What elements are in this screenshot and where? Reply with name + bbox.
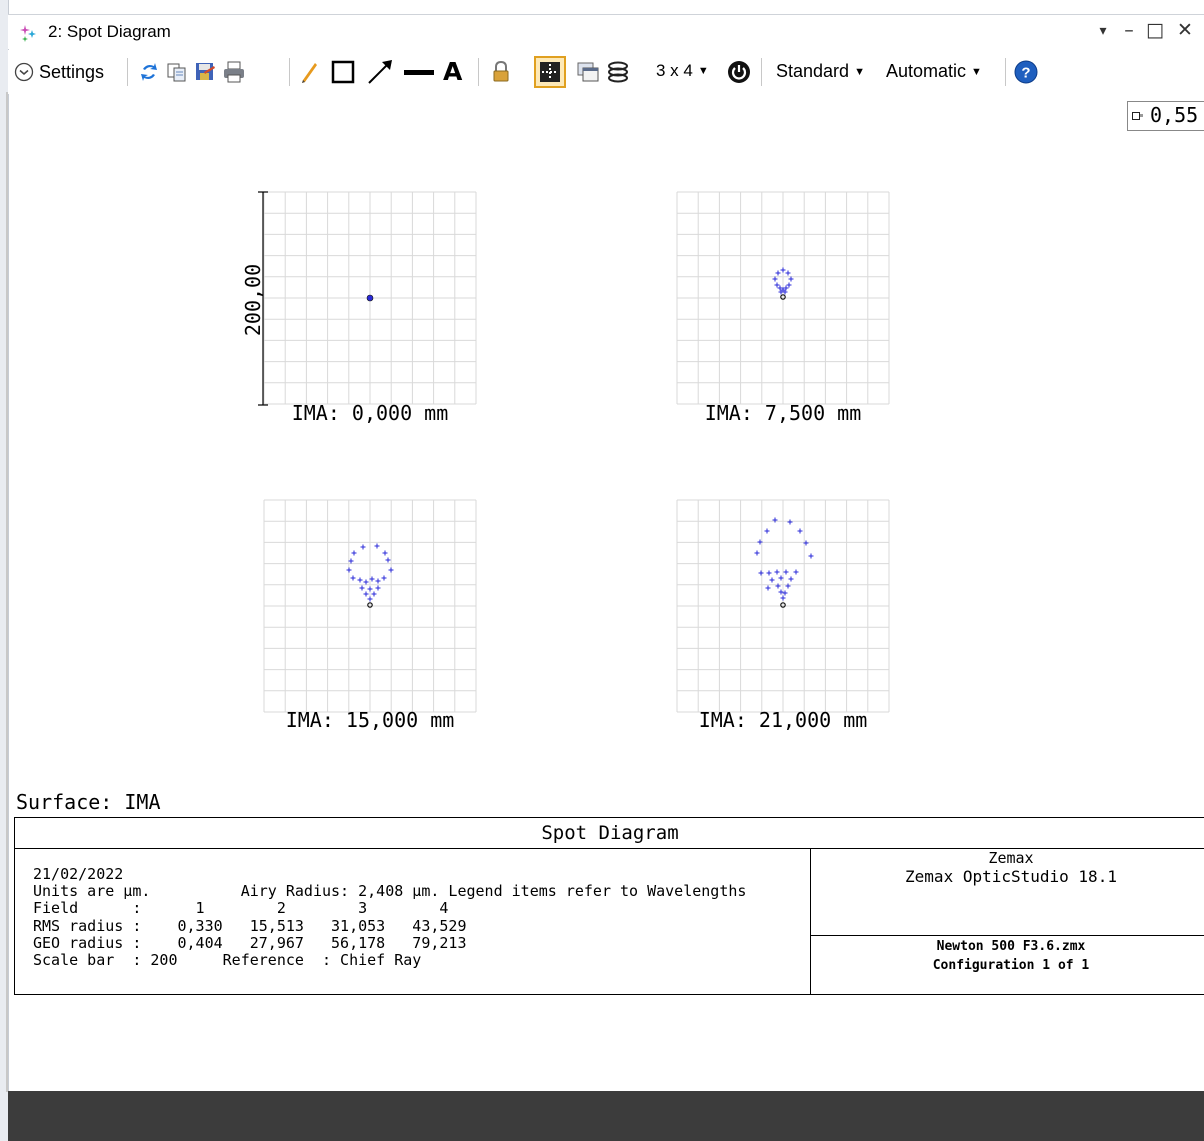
info-details: 21/02/2022 Units are µm. Airy Radius: 2,4…	[33, 865, 747, 970]
info-title: Spot Diagram	[15, 818, 1204, 849]
spot-point	[785, 583, 791, 589]
spot-point	[785, 270, 791, 276]
spot-point	[783, 569, 789, 575]
spot-point	[357, 577, 363, 583]
spot-point	[381, 575, 387, 581]
spot-point	[780, 267, 786, 273]
spot-point	[382, 550, 388, 556]
spot-point	[367, 596, 373, 602]
spot-point	[388, 567, 394, 573]
spot-point	[769, 577, 775, 583]
plot-label-4: IMA: 21,000 mm	[699, 708, 868, 732]
info-geo: GEO radius : 0,404 27,967 56,178 79,213	[33, 933, 467, 952]
spot-grid-3	[263, 499, 477, 713]
spot-point	[765, 585, 771, 591]
info-configuration: Configuration 1 of 1	[932, 958, 1090, 973]
spot-point	[375, 578, 381, 584]
plot-label-1: IMA: 0,000 mm	[292, 401, 449, 425]
info-table: Spot Diagram 21/02/2022 Units are µm. Air…	[14, 817, 1204, 995]
info-field: Field : 1 2 3 4	[33, 899, 449, 918]
spot-point	[787, 519, 793, 525]
spot-point	[780, 595, 786, 601]
spot-point	[367, 586, 373, 592]
spot-point	[793, 569, 799, 575]
spot-point	[385, 557, 391, 563]
info-company: Zemax	[988, 849, 1034, 867]
spot-point	[363, 579, 369, 585]
spot-grid-2	[676, 191, 890, 405]
spot-point	[360, 544, 366, 550]
spot-point	[772, 517, 778, 523]
surface-label: Surface: IMA	[16, 790, 161, 814]
spot-point	[359, 585, 365, 591]
spot-point	[774, 569, 780, 575]
info-scale: Scale bar : 200 Reference : Chief Ray	[33, 951, 422, 970]
spot-point	[351, 550, 357, 556]
plot-label-3: IMA: 15,000 mm	[286, 708, 455, 732]
spot-point	[350, 575, 356, 581]
info-rms: RMS radius : 0,330 15,513 31,053 43,529	[33, 916, 467, 935]
info-product: Zemax OpticStudio 18.1	[905, 867, 1117, 886]
spot-point	[774, 282, 780, 288]
spot-point	[374, 543, 380, 549]
spot-point	[808, 553, 814, 559]
spot-point	[754, 550, 760, 556]
spot-point	[788, 576, 794, 582]
plot-label-2: IMA: 7,500 mm	[705, 401, 862, 425]
spot-point	[766, 570, 772, 576]
spot-point	[758, 570, 764, 576]
spot-point	[764, 528, 770, 534]
bottom-bar	[8, 1091, 1204, 1141]
info-units: Units are µm. Airy Radius: 2,408 µm. Leg…	[33, 882, 747, 901]
spot-point	[775, 270, 781, 276]
spot-grid-4	[676, 499, 890, 713]
info-file: Newton 500 F3.6.zmx	[936, 939, 1086, 954]
spot-point	[363, 591, 369, 597]
info-date: 21/02/2022	[33, 865, 124, 883]
scale-bar-label: 200,00	[241, 264, 265, 336]
spot-point	[366, 294, 374, 302]
spot-point	[775, 583, 781, 589]
spot-point	[346, 567, 352, 573]
spot-point	[375, 585, 381, 591]
spot-diagram-plot: 200,00 IMA: 0,000 mm IMA: 7,500 mm IMA: …	[241, 191, 890, 732]
spot-point	[371, 591, 377, 597]
spot-point	[797, 528, 803, 534]
spot-points	[346, 267, 814, 608]
spot-point	[786, 282, 792, 288]
